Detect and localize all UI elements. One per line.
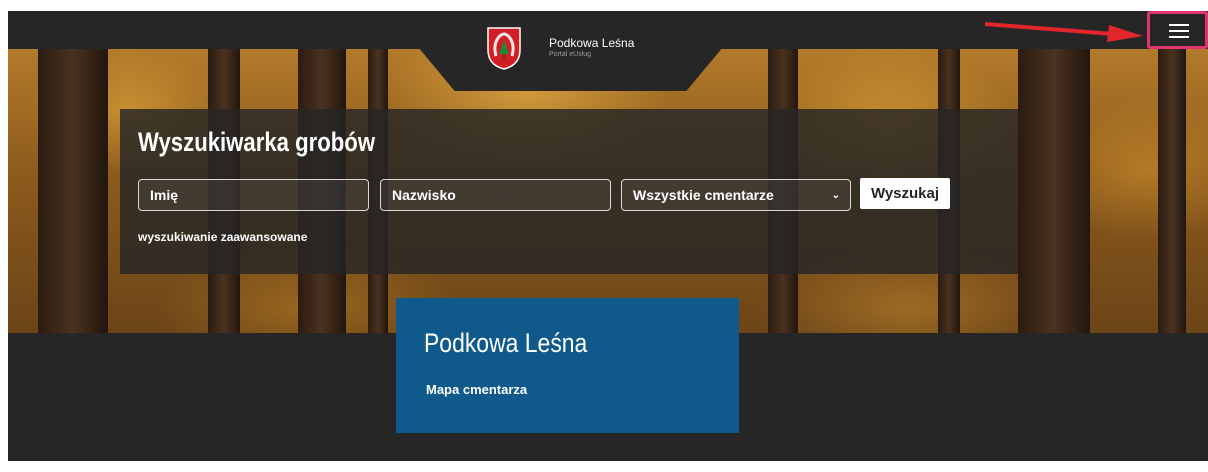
cemetery-map-link[interactable]: Mapa cmentarza: [426, 382, 527, 397]
chevron-down-icon: ⌄: [831, 190, 840, 201]
brand-subtitle: Portal eUsług: [549, 51, 592, 58]
page-frame: Podkowa Leśna Portal eUsług Wyszukiwarka…: [8, 11, 1208, 461]
search-button[interactable]: Wyszukaj: [860, 178, 950, 209]
advanced-search-link[interactable]: wyszukiwanie zaawansowane: [138, 230, 307, 244]
grave-search-panel: Wyszukiwarka grobów Imię Nazwisko Wszyst…: [120, 109, 1018, 274]
brand-name: Podkowa Leśna: [549, 36, 635, 50]
menu-button[interactable]: [1147, 11, 1208, 49]
coat-of-arms-icon[interactable]: [486, 26, 522, 70]
cemetery-select-value: Wszystkie cmentarze: [633, 187, 774, 203]
cemetery-card-title: Podkowa Leśna: [424, 328, 588, 358]
last-name-input[interactable]: Nazwisko: [380, 179, 611, 211]
annotation-arrow-icon: [985, 22, 1143, 42]
first-name-input[interactable]: Imię: [138, 179, 369, 211]
search-title: Wyszukiwarka grobów: [138, 127, 376, 157]
cemetery-card: Podkowa Leśna Mapa cmentarza: [396, 298, 739, 433]
cemetery-select[interactable]: Wszystkie cmentarze ⌄: [621, 179, 851, 211]
